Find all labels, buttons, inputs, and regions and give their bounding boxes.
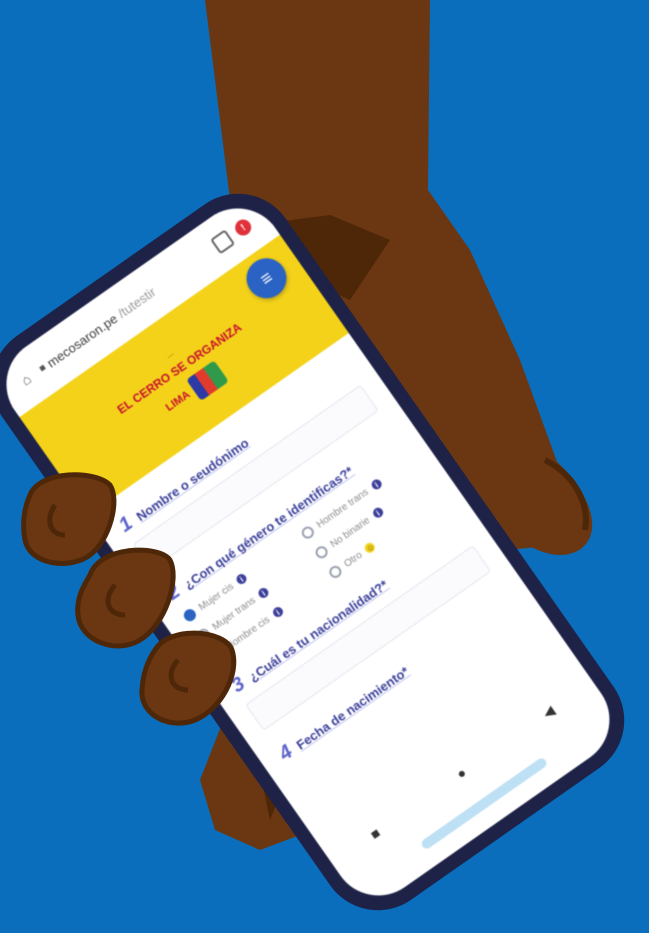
question-number: 4 — [275, 740, 297, 766]
lock-icon: ■ — [36, 361, 49, 375]
info-icon[interactable]: i — [234, 572, 249, 586]
banner-line3-text: LIMA — [163, 388, 193, 414]
radio[interactable] — [209, 646, 226, 663]
banner-line1: ... — [163, 347, 176, 361]
recents-icon[interactable]: ■ — [367, 824, 383, 842]
home-icon[interactable]: ⌂ — [14, 367, 39, 392]
info-icon[interactable]: i — [370, 505, 385, 520]
question-number: 2 — [162, 580, 185, 605]
option-label: Otro — [342, 549, 365, 570]
tabs-icon[interactable] — [210, 229, 236, 255]
info-icon[interactable]: i — [256, 585, 271, 600]
url-path: /tutestir — [114, 283, 159, 321]
question-number: 1 — [114, 512, 137, 537]
radio[interactable] — [313, 543, 330, 561]
question-number: 3 — [227, 672, 250, 698]
radio[interactable] — [299, 524, 317, 541]
radio[interactable] — [195, 626, 212, 644]
home-button-icon[interactable]: ● — [453, 764, 469, 782]
hamburger-icon: ≡ — [256, 266, 277, 290]
alert-icon[interactable]: ! — [232, 216, 255, 239]
emoji-icon[interactable]: ☺ — [363, 540, 378, 555]
back-icon[interactable]: ◀ — [539, 702, 558, 722]
radio[interactable] — [327, 563, 344, 581]
info-icon[interactable]: i — [369, 477, 384, 492]
radio-selected[interactable] — [181, 606, 199, 624]
info-icon[interactable]: i — [270, 605, 285, 620]
